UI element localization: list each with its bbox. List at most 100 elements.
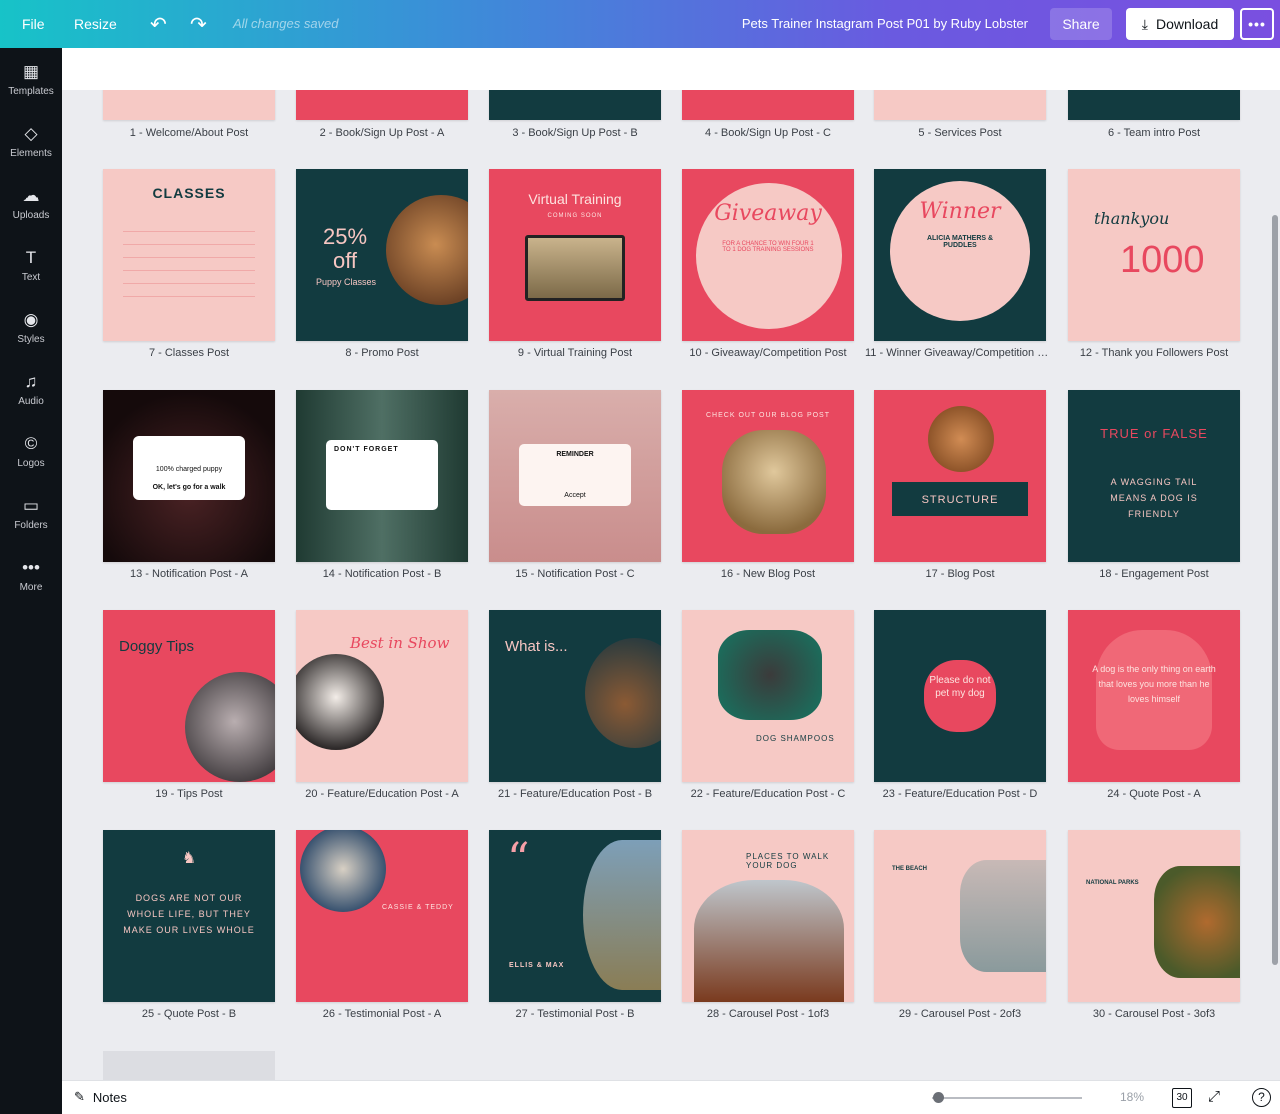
page-thumb-29[interactable]: THE BEACH — [874, 830, 1046, 1002]
sidebar-item-label: More — [19, 581, 43, 593]
dog-beach-photo — [694, 880, 844, 1002]
page-caption: 19 - Tips Post — [155, 788, 223, 800]
page-caption: 27 - Testimonial Post - B — [515, 1008, 635, 1020]
undo-icon[interactable]: ↶ — [142, 8, 175, 40]
sidebar-item-folders[interactable]: ▭ Folders — [0, 482, 62, 544]
fullscreen-icon[interactable]: ⤢ — [1208, 1088, 1220, 1105]
thumb-big-number: 1000 — [1120, 239, 1205, 281]
page-thumb-10[interactable]: Giveaway FOR A CHANCE TO WIN FOUR 1 TO 1… — [682, 169, 854, 341]
page-thumb-12[interactable]: thankyou 1000 — [1068, 169, 1240, 341]
sidebar-item-audio[interactable]: ♫ Audio — [0, 358, 62, 420]
page-thumb-21[interactable]: What is... — [489, 610, 661, 782]
top-toolbar: File Resize ↶ ↷ All changes saved Pets T… — [0, 0, 1280, 48]
page-thumb-26[interactable]: CASSIE & TEDDY — [296, 830, 468, 1002]
page-caption: 3 - Book/Sign Up Post - B — [512, 127, 638, 139]
walker-photo — [583, 840, 661, 990]
notes-button[interactable]: ✎ Notes — [74, 1089, 127, 1105]
sidebar-item-more[interactable]: ••• More — [0, 544, 62, 606]
file-menu-button[interactable]: File — [10, 8, 57, 40]
thumb-title: Virtual Training — [528, 191, 622, 207]
redo-icon[interactable]: ↷ — [182, 8, 215, 40]
page-thumb-3[interactable] — [489, 90, 661, 120]
page-caption: 11 - Winner Giveaway/Competition Post — [865, 347, 1055, 359]
page-thumb-14[interactable]: DON'T FORGET — [296, 390, 468, 562]
page-thumb-6[interactable] — [1068, 90, 1240, 120]
notes-icon: ✎ — [74, 1089, 85, 1104]
upload-cloud-icon: ☁ — [22, 185, 40, 205]
schedule-lines — [123, 219, 255, 303]
sidebar-item-logos[interactable]: © Logos — [0, 420, 62, 482]
zoom-slider-knob[interactable] — [933, 1092, 944, 1103]
page-caption: 22 - Feature/Education Post - C — [690, 788, 846, 800]
sidebar-item-uploads[interactable]: ☁ Uploads — [0, 172, 62, 234]
vertical-scrollbar[interactable] — [1270, 90, 1280, 1080]
thumb-title: What is... — [505, 638, 568, 655]
text-icon: T — [25, 247, 37, 267]
page-count-button[interactable]: 30 — [1172, 1088, 1192, 1108]
sidebar-item-elements[interactable]: ◇ Elements — [0, 110, 62, 172]
thumb-sub: DOG SHAMPOOS — [756, 734, 835, 743]
page-thumb-13[interactable]: 100% charged puppy OK, let's go for a wa… — [103, 390, 275, 562]
page-thumb-25[interactable]: ♞ DOGS ARE NOT OUR WHOLE LIFE, BUT THEY … — [103, 830, 275, 1002]
page-thumb-1[interactable] — [103, 90, 275, 120]
page-caption: 12 - Thank you Followers Post — [1079, 347, 1229, 359]
page-thumb-15[interactable]: REMINDER Accept — [489, 390, 661, 562]
page-thumb-18[interactable]: TRUE or FALSE A WAGGING TAIL MEANS A DOG… — [1068, 390, 1240, 562]
page-thumb-7[interactable]: CLASSES — [103, 169, 275, 341]
page-caption: 20 - Feature/Education Post - A — [305, 788, 459, 800]
add-page-placeholder[interactable] — [103, 1051, 275, 1080]
zoom-percentage[interactable]: 18% — [1120, 1090, 1144, 1104]
thumb-body: A WAGGING TAIL MEANS A DOG IS FRIENDLY — [1110, 477, 1198, 519]
thumb-promo: 25% off — [322, 224, 368, 273]
sidebar-item-templates[interactable]: ▦ Templates — [0, 48, 62, 110]
page-thumb-4[interactable] — [682, 90, 854, 120]
page-thumb-9[interactable]: Virtual Training COMING SOON — [489, 169, 661, 341]
page-thumb-23[interactable]: Please do not pet my dog — [874, 610, 1046, 782]
bottom-bar: ✎ Notes 18% 30 ⤢ ? — [62, 1080, 1280, 1114]
checklist-title: DON'T FORGET — [334, 446, 399, 453]
page-thumb-24[interactable]: A dog is the only thing on earth that lo… — [1068, 610, 1240, 782]
dog-food-photo — [585, 638, 661, 748]
page-thumb-27[interactable]: “ ELLIS & MAX — [489, 830, 661, 1002]
thumb-sub: COMING SOON — [547, 213, 603, 219]
left-sidebar: ▦ Templates ◇ Elements ☁ Uploads T Text … — [0, 48, 62, 1114]
page-thumb-8[interactable]: 25% off Puppy Classes — [296, 169, 468, 341]
page-thumb-16[interactable]: CHECK OUT OUR BLOG POST — [682, 390, 854, 562]
page-caption: 16 - New Blog Post — [720, 568, 816, 580]
sidebar-item-text[interactable]: T Text — [0, 234, 62, 296]
page-thumb-11[interactable]: Winner ALICIA MATHERS & PUDDLES — [874, 169, 1046, 341]
notes-label: Notes — [92, 1089, 127, 1105]
page-thumb-22[interactable]: DOG SHAMPOOS — [682, 610, 854, 782]
thumb-title: TRUE or FALSE — [1100, 426, 1208, 441]
page-thumb-17[interactable]: STRUCTURE — [874, 390, 1046, 562]
sidebar-item-label: Uploads — [12, 209, 50, 221]
zoom-slider-track[interactable] — [932, 1097, 1082, 1099]
design-title[interactable]: Pets Trainer Instagram Post P01 by Ruby … — [742, 16, 1028, 31]
resize-button[interactable]: Resize — [62, 8, 129, 40]
laptop-image — [525, 235, 625, 301]
palette-icon: ◉ — [23, 309, 39, 329]
more-options-button[interactable]: ••• — [1240, 8, 1274, 40]
share-button[interactable]: Share — [1050, 8, 1112, 40]
sidebar-item-styles[interactable]: ◉ Styles — [0, 296, 62, 358]
sidebar-item-label: Folders — [14, 519, 48, 531]
reminder-accept: Accept — [564, 492, 586, 499]
page-thumb-2[interactable] — [296, 90, 468, 120]
dog-photo — [185, 672, 275, 782]
page-caption: 14 - Notification Post - B — [322, 568, 442, 580]
help-button[interactable]: ? — [1252, 1088, 1271, 1107]
page-caption: 10 - Giveaway/Competition Post — [689, 347, 847, 359]
save-status: All changes saved — [233, 16, 339, 31]
dog-photo — [722, 430, 826, 534]
page-thumb-30[interactable]: NATIONAL PARKS — [1068, 830, 1240, 1002]
scroll-thumb[interactable] — [1272, 215, 1278, 965]
page-thumb-5[interactable] — [874, 90, 1046, 120]
page-thumb-28[interactable]: PLACES TO WALK YOUR DOG — [682, 830, 854, 1002]
page-thumb-20[interactable]: Best in Show — [296, 610, 468, 782]
page-caption: 6 - Team intro Post — [1107, 127, 1201, 139]
download-button[interactable]: ⤓ Download — [1126, 8, 1234, 40]
dog-photo — [386, 195, 468, 305]
thumb-sub: ALICIA MATHERS & PUDDLES — [926, 235, 994, 249]
page-thumb-19[interactable]: Doggy Tips — [103, 610, 275, 782]
page-caption: 29 - Carousel Post - 2of3 — [898, 1008, 1022, 1020]
